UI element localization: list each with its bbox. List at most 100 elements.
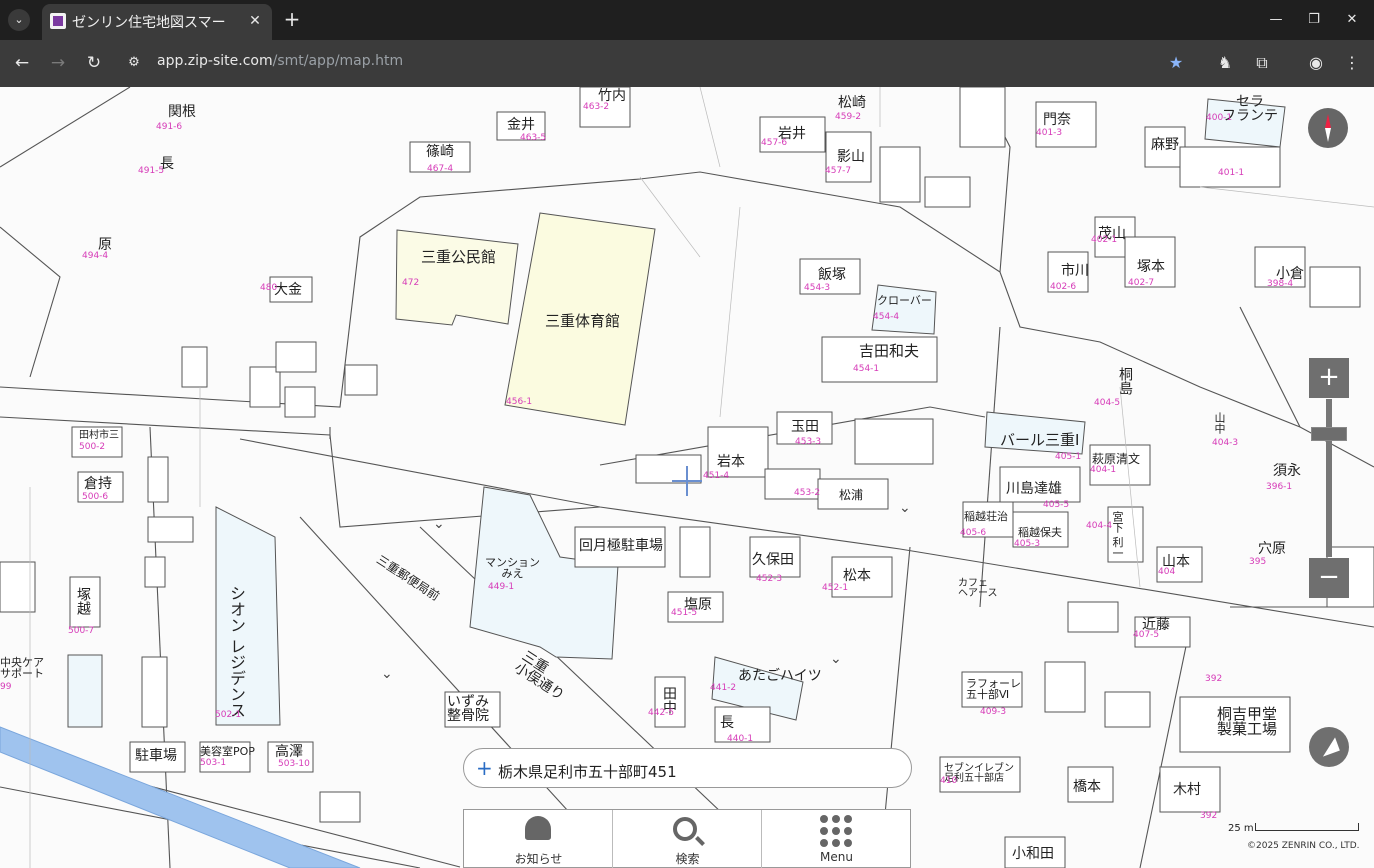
- building-label[interactable]: 松本: [843, 569, 871, 583]
- building-label[interactable]: 飯塚: [818, 268, 846, 282]
- grid-menu-icon: [820, 815, 852, 847]
- chevron-down-icon[interactable]: ⌄: [899, 501, 911, 515]
- building-label[interactable]: 吉田和夫: [859, 344, 919, 359]
- building-label[interactable]: 金井: [507, 118, 535, 132]
- building-label[interactable]: 木村: [1173, 783, 1201, 797]
- building-label[interactable]: 駐車場: [135, 749, 177, 763]
- building-label[interactable]: 稲越保夫: [1018, 527, 1062, 538]
- building-label[interactable]: ラフォーレ 五十部Ⅵ: [966, 678, 1021, 700]
- building-label[interactable]: 麻野: [1151, 138, 1179, 152]
- zoom-out-button[interactable]: −: [1309, 558, 1349, 598]
- close-icon[interactable]: ✕: [246, 12, 264, 30]
- plus-icon[interactable]: +: [476, 757, 493, 779]
- building-label[interactable]: 玉田: [791, 420, 819, 434]
- site-info-icon[interactable]: ⚙: [124, 53, 144, 73]
- building-label[interactable]: 須永: [1273, 464, 1301, 478]
- building-label[interactable]: 関根: [168, 105, 196, 119]
- building-label[interactable]: 萩原清文: [1092, 453, 1140, 465]
- profile-icon[interactable]: ◉: [1305, 52, 1327, 74]
- bookmark-star-icon[interactable]: ★: [1165, 52, 1187, 74]
- building-label[interactable]: 高澤: [275, 745, 303, 759]
- address-bar[interactable]: app.zip-site.com/smt/app/map.htm: [157, 53, 403, 69]
- locate-icon[interactable]: [1309, 727, 1349, 767]
- building-label[interactable]: バール三重Ⅰ: [1000, 433, 1079, 448]
- building-label[interactable]: 門奈: [1043, 113, 1071, 127]
- compass-icon[interactable]: [1308, 108, 1348, 148]
- lot-number: 472: [402, 278, 420, 288]
- new-tab-icon[interactable]: +: [282, 9, 302, 29]
- lot-number: 441-2: [710, 683, 737, 693]
- building-label[interactable]: あたごハイツ: [738, 669, 822, 683]
- building-label[interactable]: マンション みえ: [485, 557, 540, 579]
- residential-map[interactable]: 三重公民館 472 三重体育館 456-1 マンション みえ 449-1 シオン…: [0, 87, 1374, 868]
- building-label[interactable]: 影山: [837, 150, 865, 164]
- zoom-slider-handle[interactable]: [1311, 427, 1347, 441]
- crosshair-icon: [686, 466, 688, 496]
- more-menu-icon[interactable]: ⋮: [1341, 52, 1363, 74]
- chevron-down-icon[interactable]: ⌄: [830, 652, 842, 666]
- building-label[interactable]: クローバー: [877, 295, 932, 306]
- building-label[interactable]: 三重公民館: [421, 250, 496, 265]
- lot-number: 480: [260, 283, 278, 293]
- notice-button[interactable]: お知らせ: [464, 810, 613, 868]
- extensions-icon[interactable]: ⧉: [1251, 52, 1273, 74]
- minimize-icon[interactable]: —: [1266, 10, 1286, 30]
- building-label[interactable]: 桐島: [1117, 367, 1133, 395]
- building-label[interactable]: 大金: [274, 283, 302, 297]
- building-label[interactable]: 長: [720, 716, 734, 730]
- lot-number: 500-7: [68, 626, 95, 636]
- menu-button[interactable]: Menu: [762, 810, 911, 868]
- lot-number: 452-3: [756, 574, 783, 584]
- chevron-down-icon[interactable]: ⌄: [381, 667, 393, 681]
- current-address: 栃木県足利市五十部町451: [498, 763, 677, 781]
- lot-number: 494-4: [82, 251, 109, 261]
- incognito-extension-icon[interactable]: ♞: [1214, 52, 1236, 74]
- lot-number: 440-1: [727, 734, 754, 744]
- browser-tab-active[interactable]: ゼンリン住宅地図スマー ✕: [42, 4, 272, 40]
- building-label[interactable]: 小和田: [1012, 847, 1054, 861]
- building-label[interactable]: 稲越荘治: [964, 511, 1008, 522]
- building-label[interactable]: 宮下 利一: [1111, 511, 1124, 559]
- building-label[interactable]: 三重体育館: [545, 314, 620, 329]
- lot-number: 392: [1200, 811, 1218, 821]
- building-label[interactable]: カフェ ヘアース: [958, 579, 998, 599]
- building-label[interactable]: 川島達雄: [1006, 482, 1062, 496]
- tab-title: ゼンリン住宅地図スマー: [72, 15, 226, 30]
- building-label[interactable]: 中央ケア サポート: [0, 657, 44, 679]
- scale-bar: [1255, 823, 1359, 831]
- window-close-icon[interactable]: ✕: [1342, 10, 1362, 30]
- building-label[interactable]: 美容室POP: [200, 746, 255, 757]
- building-label[interactable]: 桐吉甲堂 製菓工場: [1217, 707, 1277, 737]
- lot-number: 456-1: [506, 397, 533, 407]
- building-label[interactable]: 市川: [1061, 264, 1089, 278]
- building-label[interactable]: 倉持: [84, 477, 112, 491]
- building-label[interactable]: 回月極駐車場: [579, 539, 663, 553]
- building-label[interactable]: 松浦: [839, 489, 863, 501]
- building-label[interactable]: 岩本: [717, 455, 745, 469]
- address-search-box[interactable]: + 栃木県足利市五十部町451: [463, 748, 912, 788]
- building-label[interactable]: シオン レジデンス: [227, 585, 246, 718]
- building-label[interactable]: 篠崎: [426, 145, 454, 159]
- building-label[interactable]: 田村市三: [79, 431, 119, 441]
- zenrin-favicon-icon: [50, 13, 66, 29]
- building-label[interactable]: 橋本: [1073, 780, 1101, 794]
- building-label[interactable]: いずみ 整骨院: [447, 695, 489, 723]
- reload-icon[interactable]: ↻: [83, 52, 105, 74]
- tab-list-icon[interactable]: ⌄: [8, 9, 30, 31]
- building-label[interactable]: 山中: [1213, 412, 1226, 434]
- back-icon[interactable]: ←: [11, 52, 33, 74]
- building-label[interactable]: 竹内: [598, 89, 626, 103]
- chevron-down-icon[interactable]: ⌄: [433, 517, 445, 531]
- zoom-slider-track[interactable]: [1326, 399, 1332, 557]
- building-label[interactable]: 松崎: [838, 96, 866, 110]
- building-label[interactable]: 久保田: [752, 553, 794, 567]
- maximize-icon[interactable]: ❐: [1304, 10, 1324, 30]
- search-button[interactable]: 検索: [613, 810, 762, 868]
- building-label[interactable]: 塚本: [1137, 260, 1165, 274]
- building-label[interactable]: 穴原: [1258, 542, 1286, 556]
- forward-icon[interactable]: →: [47, 52, 69, 74]
- building-label[interactable]: 原: [98, 238, 112, 252]
- lot-number: 453-2: [794, 488, 821, 498]
- building-label[interactable]: 塚越: [75, 587, 91, 615]
- zoom-in-button[interactable]: +: [1309, 358, 1349, 398]
